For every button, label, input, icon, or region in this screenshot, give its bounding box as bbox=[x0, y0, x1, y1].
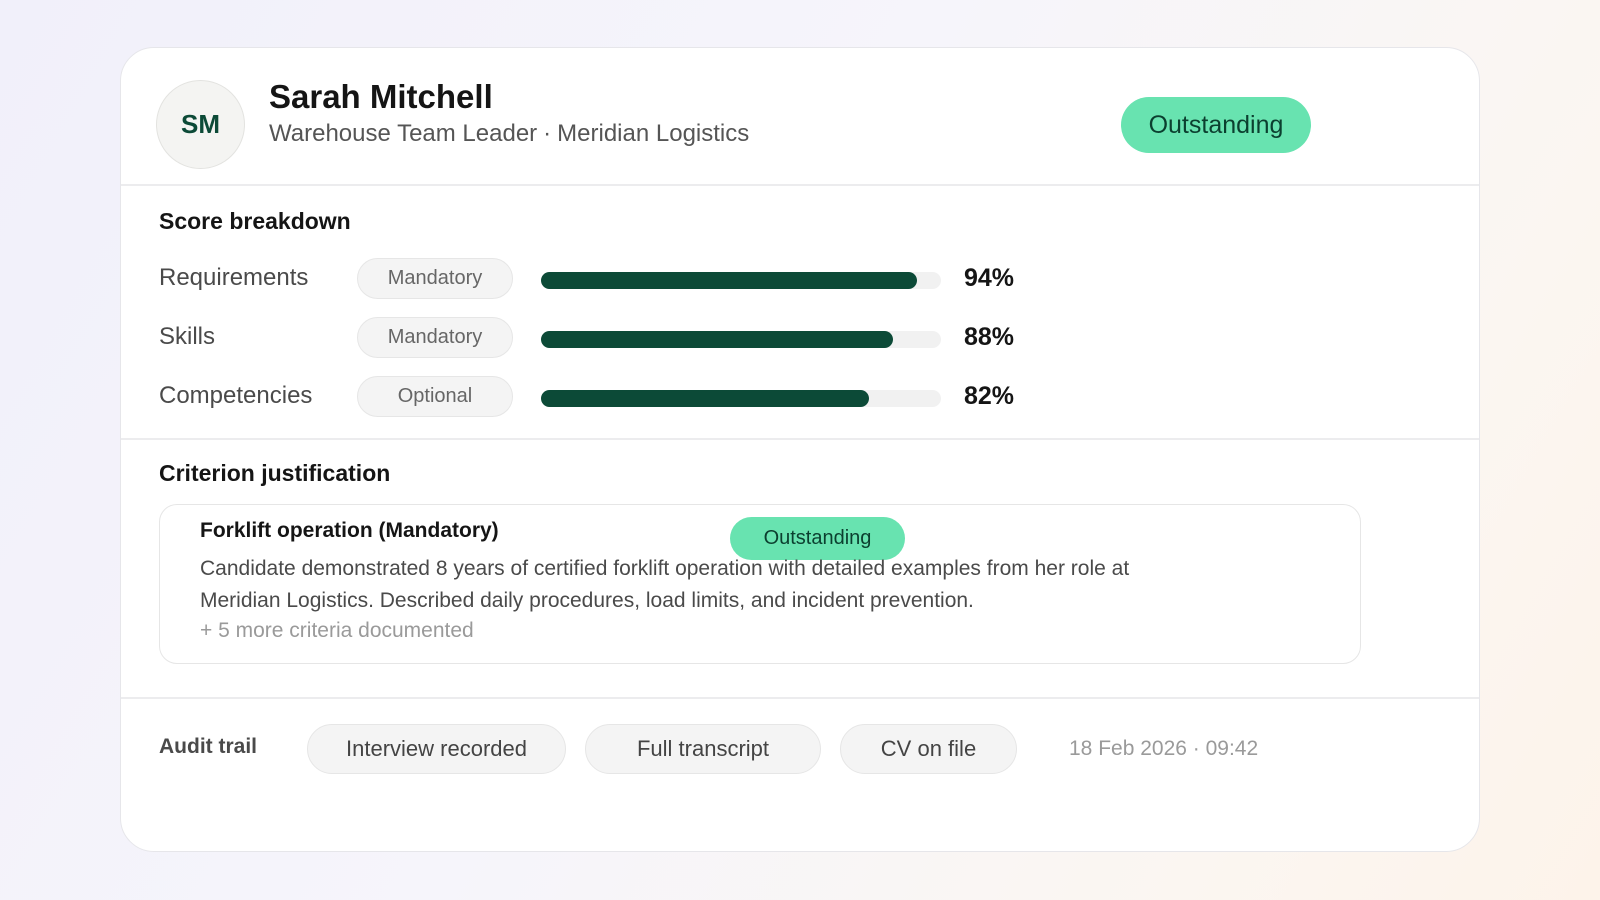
score-row-competencies: Competencies Optional 82% bbox=[121, 376, 1479, 418]
audit-timestamp: 18 Feb 2026 · 09:42 bbox=[1069, 737, 1259, 760]
score-tag: Mandatory bbox=[357, 317, 513, 358]
score-breakdown-title: Score breakdown bbox=[159, 208, 351, 234]
candidate-header: SM Sarah Mitchell Warehouse Team Leader … bbox=[121, 48, 1479, 186]
audit-trail-label: Audit trail bbox=[159, 735, 257, 758]
score-percent: 82% bbox=[964, 382, 1015, 410]
cv-on-file-chip[interactable]: CV on file bbox=[840, 724, 1017, 774]
criterion-justification: Criterion justification Forklift operati… bbox=[121, 440, 1479, 699]
candidate-role: Warehouse Team Leader bbox=[269, 120, 538, 147]
score-bar-fill bbox=[541, 390, 869, 407]
interview-recorded-chip[interactable]: Interview recorded bbox=[307, 724, 566, 774]
more-criteria-link[interactable]: + 5 more criteria documented bbox=[200, 619, 474, 643]
score-bar-fill bbox=[541, 331, 893, 348]
score-label: Requirements bbox=[159, 264, 309, 291]
score-tag: Optional bbox=[357, 376, 513, 417]
score-bar-track bbox=[541, 331, 941, 348]
score-percent: 88% bbox=[964, 323, 1015, 351]
audit-trail: Audit trail Interview recorded Full tran… bbox=[121, 699, 1479, 849]
score-row-requirements: Requirements Mandatory 94% bbox=[121, 258, 1479, 300]
candidate-company: Meridian Logistics bbox=[557, 120, 750, 147]
candidate-name: Sarah Mitchell bbox=[269, 78, 493, 115]
score-bar-track bbox=[541, 390, 941, 407]
score-breakdown: Score breakdown Requirements Mandatory 9… bbox=[121, 186, 1479, 440]
full-transcript-chip[interactable]: Full transcript bbox=[585, 724, 821, 774]
criterion-title: Forklift operation (Mandatory) bbox=[200, 519, 499, 542]
score-percent: 94% bbox=[964, 264, 1015, 292]
subtitle-separator: · bbox=[543, 120, 552, 147]
avatar: SM bbox=[156, 80, 245, 169]
score-label: Competencies bbox=[159, 382, 313, 409]
score-bar-fill bbox=[541, 272, 917, 289]
candidate-card: SM Sarah Mitchell Warehouse Team Leader … bbox=[120, 47, 1480, 852]
score-tag: Mandatory bbox=[357, 258, 513, 299]
overall-rating-badge: Outstanding bbox=[1121, 97, 1311, 153]
score-bar-track bbox=[541, 272, 941, 289]
criterion-justification-title: Criterion justification bbox=[159, 460, 391, 486]
score-row-skills: Skills Mandatory 88% bbox=[121, 317, 1479, 359]
criterion-card[interactable]: Forklift operation (Mandatory) Outstandi… bbox=[159, 504, 1361, 664]
score-label: Skills bbox=[159, 323, 216, 350]
candidate-subtitle: Warehouse Team Leader · Meridian Logisti… bbox=[269, 120, 749, 148]
criterion-text: Candidate demonstrated 8 years of certif… bbox=[200, 557, 1130, 612]
